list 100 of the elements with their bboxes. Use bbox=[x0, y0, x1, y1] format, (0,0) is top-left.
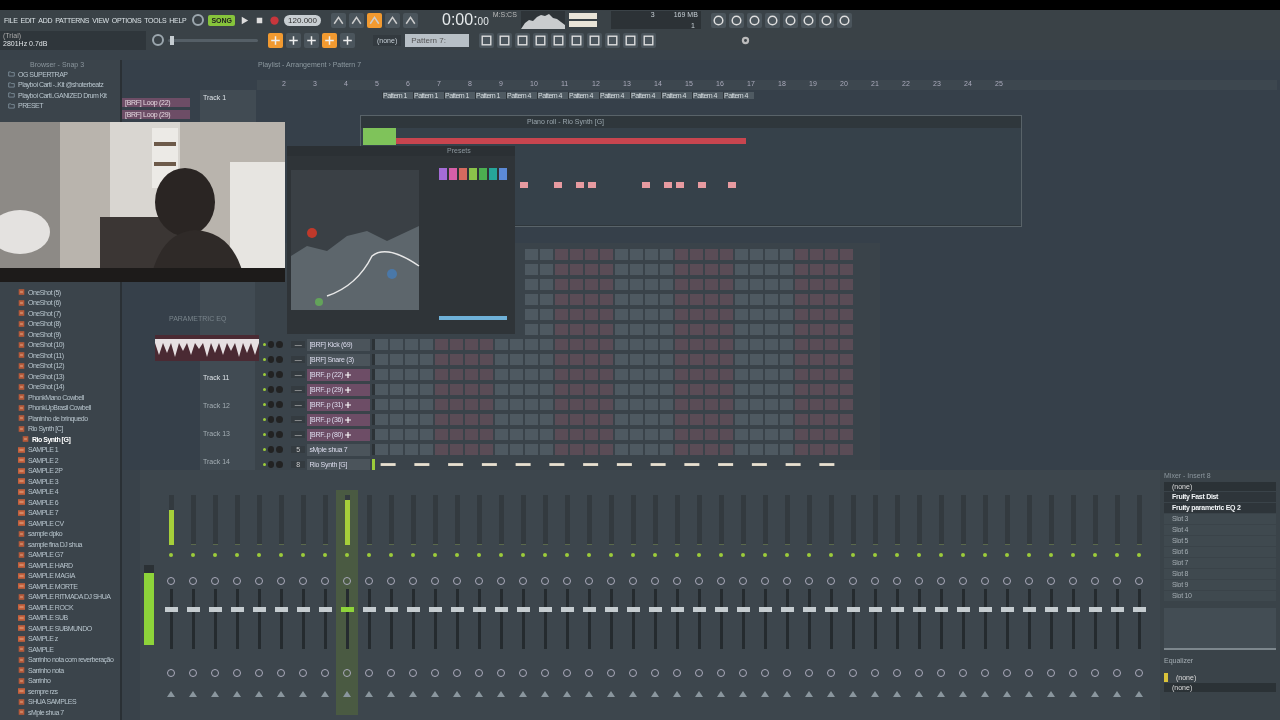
step-button[interactable] bbox=[585, 324, 598, 335]
step-button[interactable] bbox=[675, 309, 688, 320]
track-led[interactable] bbox=[587, 553, 591, 557]
step-button[interactable] bbox=[810, 279, 823, 290]
step-button[interactable] bbox=[720, 294, 733, 305]
step-button[interactable] bbox=[795, 339, 808, 350]
step-button[interactable] bbox=[555, 414, 568, 425]
send-arrow-icon[interactable] bbox=[255, 691, 263, 697]
step-button[interactable] bbox=[720, 354, 733, 365]
step-button[interactable] bbox=[570, 324, 583, 335]
send-arrow-icon[interactable] bbox=[387, 691, 395, 697]
step-button[interactable] bbox=[465, 339, 478, 350]
step-button[interactable] bbox=[585, 429, 598, 440]
step-button[interactable] bbox=[690, 384, 703, 395]
fader-handle[interactable] bbox=[1022, 607, 1036, 612]
step-button[interactable] bbox=[825, 369, 838, 380]
step-button[interactable] bbox=[555, 249, 568, 260]
step-button[interactable] bbox=[705, 414, 718, 425]
send-arrow-icon[interactable] bbox=[1113, 691, 1121, 697]
fader-handle[interactable] bbox=[296, 607, 310, 612]
step-button[interactable] bbox=[555, 324, 568, 335]
step-button[interactable] bbox=[675, 369, 688, 380]
step-button[interactable] bbox=[570, 294, 583, 305]
step-button[interactable] bbox=[555, 279, 568, 290]
track-led[interactable] bbox=[917, 553, 921, 557]
step-button[interactable] bbox=[675, 384, 688, 395]
step-button[interactable] bbox=[720, 369, 733, 380]
step-button[interactable] bbox=[795, 279, 808, 290]
fader-handle[interactable] bbox=[890, 607, 904, 612]
step-button[interactable] bbox=[585, 294, 598, 305]
master-pitch-slider-handle[interactable] bbox=[169, 35, 174, 45]
step-button[interactable] bbox=[555, 369, 568, 380]
send-arrow-icon[interactable] bbox=[541, 691, 549, 697]
send-arrow-icon[interactable] bbox=[805, 691, 813, 697]
send-arrow-icon[interactable] bbox=[299, 691, 307, 697]
fader-handle[interactable] bbox=[824, 607, 838, 612]
fader-handle[interactable] bbox=[780, 607, 794, 612]
step-button[interactable] bbox=[570, 354, 583, 365]
track-led[interactable] bbox=[1005, 553, 1009, 557]
step-button[interactable] bbox=[450, 354, 463, 365]
fader-handle[interactable] bbox=[252, 607, 266, 612]
tempo-field[interactable]: 120.000 bbox=[284, 14, 321, 26]
track-led[interactable] bbox=[455, 553, 459, 557]
step-button[interactable] bbox=[585, 414, 598, 425]
step-button[interactable] bbox=[825, 444, 838, 455]
step-button[interactable] bbox=[705, 249, 718, 260]
step-button[interactable] bbox=[450, 429, 463, 440]
fader-handle[interactable] bbox=[428, 607, 442, 612]
track-led[interactable] bbox=[1049, 553, 1053, 557]
step-button[interactable] bbox=[840, 414, 853, 425]
step-button[interactable] bbox=[450, 444, 463, 455]
track-led[interactable] bbox=[1027, 553, 1031, 557]
fader-handle[interactable] bbox=[604, 607, 618, 612]
send-arrow-icon[interactable] bbox=[761, 691, 769, 697]
step-button[interactable] bbox=[570, 339, 583, 350]
step-button[interactable] bbox=[480, 399, 493, 410]
track-led[interactable] bbox=[653, 553, 657, 557]
step-button[interactable] bbox=[690, 324, 703, 335]
step-button[interactable] bbox=[585, 339, 598, 350]
step-button[interactable] bbox=[690, 279, 703, 290]
step-button[interactable] bbox=[555, 264, 568, 275]
track-led[interactable] bbox=[785, 553, 789, 557]
step-button[interactable] bbox=[435, 339, 448, 350]
fader-handle[interactable] bbox=[1110, 607, 1124, 612]
track-led[interactable] bbox=[1071, 553, 1075, 557]
step-button[interactable] bbox=[840, 264, 853, 275]
step-button[interactable] bbox=[705, 399, 718, 410]
step-button[interactable] bbox=[720, 264, 733, 275]
send-arrow-icon[interactable] bbox=[607, 691, 615, 697]
fader-handle[interactable] bbox=[318, 607, 332, 612]
step-button[interactable] bbox=[600, 294, 613, 305]
step-button[interactable] bbox=[810, 429, 823, 440]
step-button[interactable] bbox=[690, 354, 703, 365]
track-led[interactable] bbox=[213, 553, 217, 557]
step-button[interactable] bbox=[705, 294, 718, 305]
step-button[interactable] bbox=[570, 444, 583, 455]
send-arrow-icon[interactable] bbox=[277, 691, 285, 697]
fader-handle[interactable] bbox=[626, 607, 640, 612]
step-button[interactable] bbox=[465, 399, 478, 410]
step-button[interactable] bbox=[600, 264, 613, 275]
step-button[interactable] bbox=[570, 414, 583, 425]
step-button[interactable] bbox=[585, 354, 598, 365]
track-led[interactable] bbox=[411, 553, 415, 557]
send-arrow-icon[interactable] bbox=[1069, 691, 1077, 697]
fader-handle[interactable] bbox=[714, 607, 728, 612]
step-button[interactable] bbox=[585, 249, 598, 260]
send-arrow-icon[interactable] bbox=[431, 691, 439, 697]
step-button[interactable] bbox=[720, 249, 733, 260]
step-button[interactable] bbox=[555, 294, 568, 305]
step-button[interactable] bbox=[570, 279, 583, 290]
step-button[interactable] bbox=[825, 399, 838, 410]
step-button[interactable] bbox=[435, 414, 448, 425]
step-button[interactable] bbox=[795, 429, 808, 440]
step-button[interactable] bbox=[600, 279, 613, 290]
track-led[interactable] bbox=[1137, 553, 1141, 557]
track-led[interactable] bbox=[1115, 553, 1119, 557]
channel-select-indicator[interactable] bbox=[372, 459, 375, 470]
track-led[interactable] bbox=[873, 553, 877, 557]
fader-handle[interactable] bbox=[1088, 607, 1102, 612]
step-button[interactable] bbox=[600, 399, 613, 410]
